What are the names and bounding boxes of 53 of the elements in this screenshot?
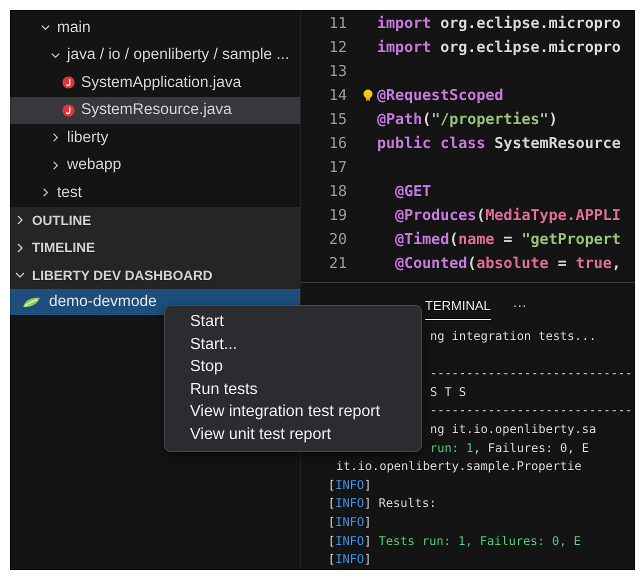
menu-item[interactable]: Run tests xyxy=(165,378,421,401)
menu-item[interactable]: View integration test report xyxy=(165,401,421,424)
java-file-icon xyxy=(62,76,75,90)
menu-item[interactable]: Start... xyxy=(165,334,421,356)
java-file-icon xyxy=(62,104,75,117)
terminal-line: [INFO] xyxy=(328,514,372,529)
terminal-line: it.io.openliberty.sample.Propertie xyxy=(336,459,582,474)
line-number: 13 xyxy=(328,62,347,80)
terminal-line: ng it.io.openliberty.sa xyxy=(430,422,596,436)
panel-tab[interactable]: TERMINAL xyxy=(425,290,491,320)
code-line: public class SystemResource xyxy=(377,134,621,152)
code-line: @RequestScoped xyxy=(377,86,504,104)
terminal-line: run: 1, Failures: 0, E xyxy=(430,440,589,455)
terminal-line: S T S xyxy=(430,384,466,399)
line-number: 19 xyxy=(328,206,347,224)
terminal-line: ---------------------------- xyxy=(430,366,632,380)
code-line: @Path("/properties") xyxy=(377,110,558,128)
section-header[interactable]: TIMELINE xyxy=(10,234,300,262)
menu-item[interactable]: Stop xyxy=(165,356,421,378)
menu-item[interactable]: View unit test report xyxy=(165,424,421,446)
section-header[interactable]: OUTLINE xyxy=(10,206,300,234)
line-number: 14 xyxy=(328,86,347,104)
tree-item[interactable]: webapp xyxy=(10,152,300,179)
tree-item[interactable]: java / io / openliberty / sample ... xyxy=(10,42,300,69)
leaf-icon xyxy=(22,296,41,308)
tree-item[interactable]: SystemApplication.java xyxy=(10,69,300,96)
lightbulb-icon[interactable] xyxy=(363,89,373,101)
tree-item[interactable]: main xyxy=(10,14,300,42)
line-number: 21 xyxy=(328,254,347,272)
terminal-line: ---------------------------- xyxy=(430,403,632,418)
code-line: @Produces(MediaType.APPLI xyxy=(394,206,621,224)
terminal-line: ng integration tests... xyxy=(430,329,596,343)
line-number: 20 xyxy=(328,230,347,248)
more-button[interactable]: ··· xyxy=(512,297,527,313)
terminal-line: [INFO] xyxy=(328,552,372,566)
terminal-line: [INFO] Tests run: 1, Failures: 0, E xyxy=(328,534,581,548)
tree-item[interactable]: test xyxy=(10,179,300,206)
tree-item[interactable]: liberty xyxy=(10,124,300,152)
code-line: import org.eclipse.micropro xyxy=(377,14,621,32)
code-line: @Counted(absolute = true, xyxy=(394,254,621,272)
section-header[interactable]: LIBERTY DEV DASHBOARD xyxy=(10,262,300,289)
tree-item[interactable]: SystemResource.java xyxy=(10,96,300,124)
terminal-line: [INFO] Results: xyxy=(328,496,436,510)
line-number: 12 xyxy=(328,38,347,56)
line-number: 15 xyxy=(328,110,347,128)
line-number: 18 xyxy=(328,182,347,200)
code-line: import org.eclipse.micropro xyxy=(377,38,621,56)
line-number: 17 xyxy=(328,158,347,176)
code-line: @Timed(name = "getPropert xyxy=(394,230,621,248)
code-line: @GET xyxy=(394,182,432,200)
terminal-line: [INFO] xyxy=(328,478,372,492)
line-number: 16 xyxy=(328,134,347,152)
line-number: 11 xyxy=(328,14,347,32)
